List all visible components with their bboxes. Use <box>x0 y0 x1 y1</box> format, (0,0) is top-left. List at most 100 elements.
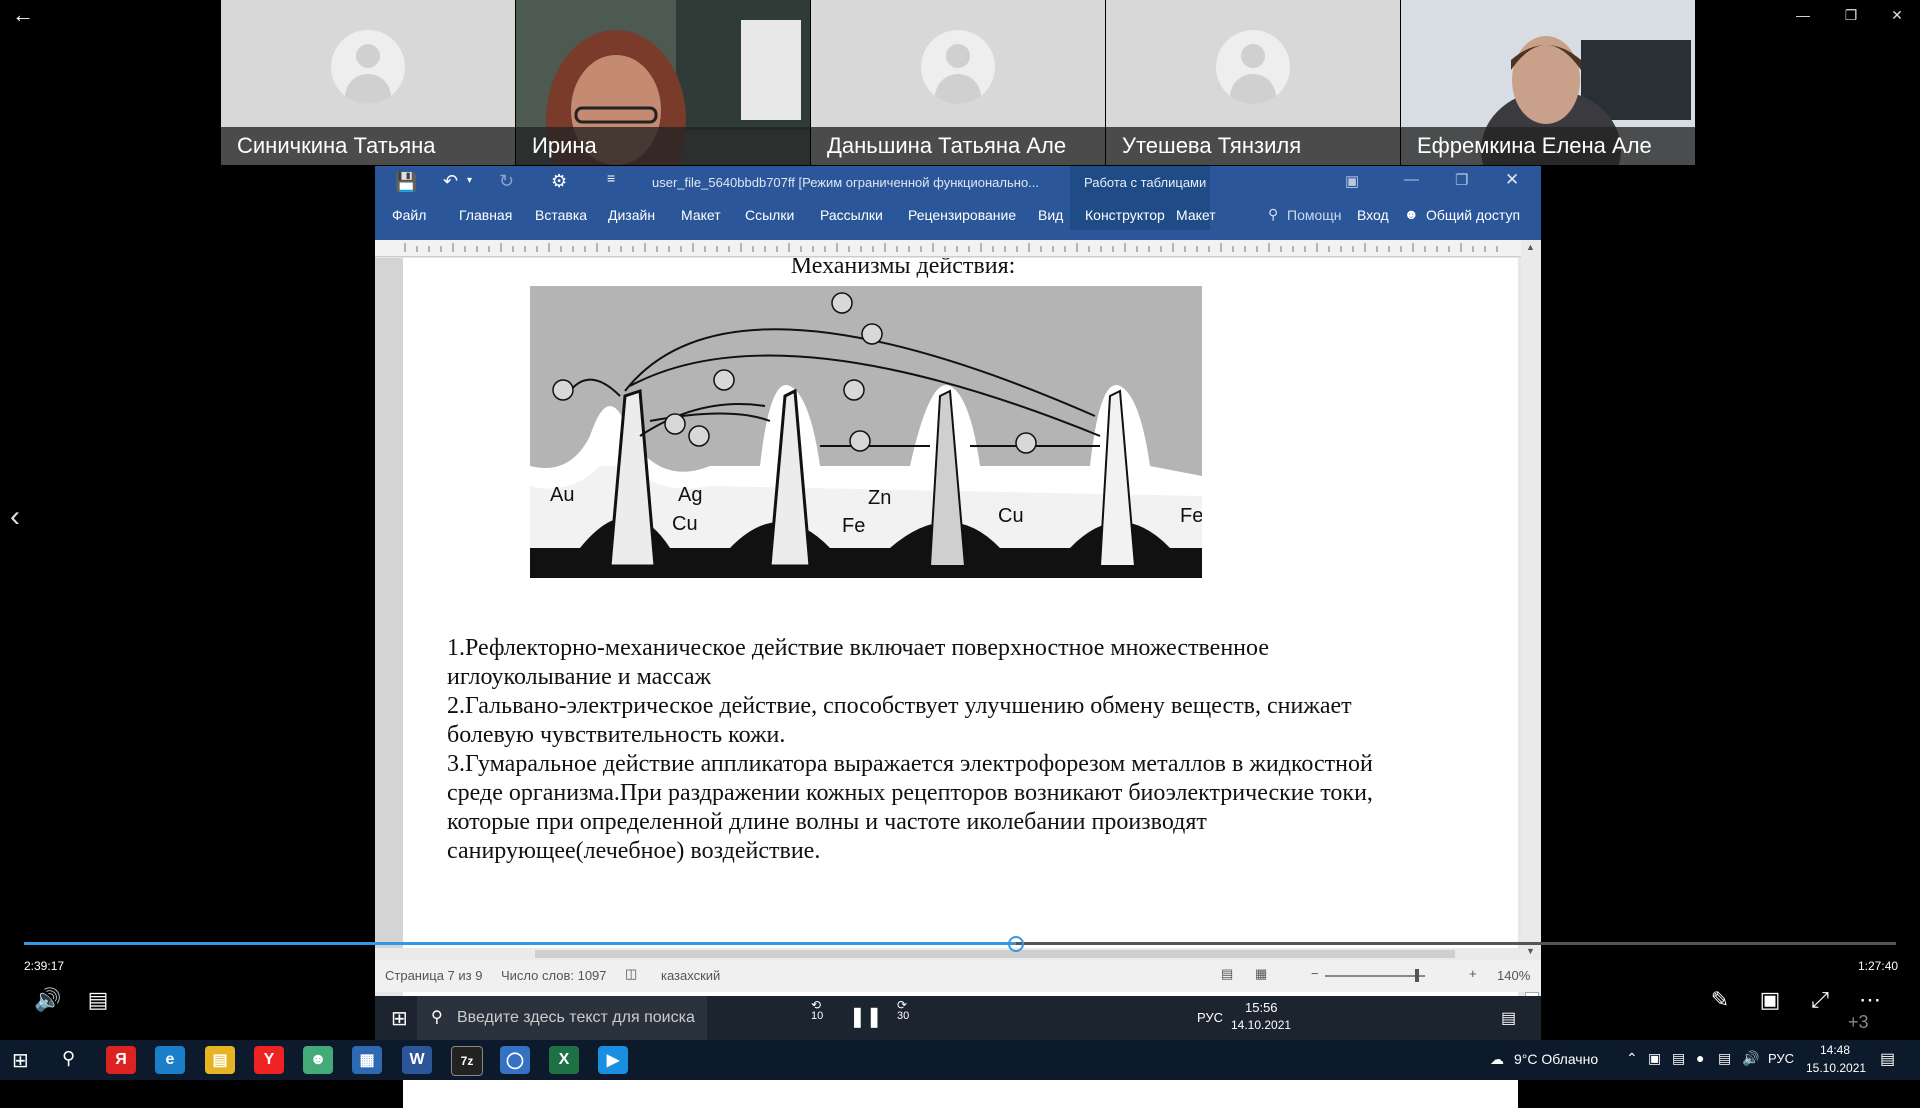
save-icon[interactable]: 💾 <box>395 172 417 193</box>
meet-now-icon[interactable]: ▣ <box>1648 1050 1661 1067</box>
captions-button[interactable]: ▤ <box>78 980 118 1020</box>
clock-date[interactable]: 15.10.2021 <box>1806 1061 1866 1075</box>
yandex-icon[interactable]: Y <box>254 1046 284 1074</box>
action-center-icon[interactable]: ▤ <box>1880 1049 1895 1069</box>
tab-design[interactable]: Дизайн <box>608 200 655 230</box>
chevron-down-icon[interactable]: ▾ <box>467 175 472 186</box>
participant-tile-video[interactable]: Ирина <box>516 0 810 165</box>
clock-time[interactable]: 14:48 <box>1820 1043 1850 1057</box>
customize-toolbar-icon[interactable]: ≡ <box>607 170 615 186</box>
zoom-app-icon[interactable]: ◯ <box>500 1046 530 1074</box>
tab-file[interactable]: Файл <box>392 200 426 230</box>
share-button[interactable]: Общий доступ <box>1426 200 1520 230</box>
tab-layout[interactable]: Макет <box>681 200 721 230</box>
network-icon[interactable]: ▤ <box>1672 1050 1685 1067</box>
microphone-icon[interactable]: ● <box>1696 1050 1704 1066</box>
minimize-button[interactable]: — <box>1780 0 1826 30</box>
touch-mode-icon[interactable]: ⚙ <box>551 171 567 192</box>
restore-button[interactable]: ❐ <box>1828 0 1874 30</box>
weather-icon[interactable]: ☁ <box>1490 1051 1504 1068</box>
tell-me-search[interactable]: Помощн <box>1287 200 1342 230</box>
back-button[interactable]: ← <box>0 0 46 30</box>
close-button[interactable]: ✕ <box>1874 0 1920 30</box>
read-mode-icon[interactable]: ▤ <box>1221 966 1233 982</box>
label-fe: Fe <box>842 515 865 537</box>
undo-icon[interactable]: ↶ <box>443 171 458 192</box>
search-icon[interactable]: ⚲ <box>62 1048 75 1069</box>
volume-button[interactable]: 🔊 <box>28 980 68 1020</box>
more-icon: ⋯ <box>1859 987 1881 1012</box>
participant-tile[interactable]: Утешева Тянзиля <box>1106 0 1400 165</box>
scroll-down-icon[interactable]: ▼ <box>1526 946 1535 956</box>
parrot-icon[interactable]: ☻ <box>303 1046 333 1074</box>
pause-icon[interactable]: ❚❚ <box>849 1004 883 1029</box>
participant-name: Даньшина Татьяна Але <box>811 127 1105 165</box>
zoom-slider[interactable] <box>1325 975 1425 977</box>
mechanism-figure: Au Ag Cu Zn Fe Cu Fe <box>530 286 1202 578</box>
participant-tile[interactable]: Даньшина Татьяна Але <box>811 0 1105 165</box>
volume-icon[interactable]: 🔊 <box>1742 1050 1759 1067</box>
calculator-icon[interactable]: ▦ <box>352 1046 382 1074</box>
zoom-slider-thumb[interactable] <box>1415 969 1419 982</box>
tab-table-design[interactable]: Конструктор <box>1085 200 1165 230</box>
media-player-icon[interactable]: ▶ <box>598 1046 628 1074</box>
word-count[interactable]: Число слов: 1097 <box>501 968 607 983</box>
zoom-out-icon[interactable]: − <box>1311 966 1319 981</box>
timeline-handle[interactable] <box>1008 936 1024 952</box>
prev-arrow[interactable]: ‹ <box>0 500 30 540</box>
label-ag: Ag <box>678 484 702 506</box>
tab-insert[interactable]: Вставка <box>535 200 587 230</box>
participant-tile-video[interactable]: Ефремкина Елена Але <box>1401 0 1695 165</box>
minimize-icon[interactable]: — <box>1404 171 1419 188</box>
start-icon[interactable]: ⊞ <box>12 1048 29 1073</box>
7zip-icon[interactable]: 7z <box>451 1046 483 1076</box>
notification-icon[interactable]: ▤ <box>1501 1008 1516 1028</box>
cast-button[interactable]: ▣ <box>1750 980 1790 1020</box>
page-count[interactable]: Страница 7 из 9 <box>385 968 482 983</box>
input-language[interactable]: РУС <box>1768 1051 1794 1066</box>
file-explorer-icon[interactable]: ▤ <box>205 1046 235 1074</box>
participant-name: Ирина <box>516 127 810 165</box>
zoom-level[interactable]: 140% <box>1497 968 1530 983</box>
wifi-icon[interactable]: ▤ <box>1718 1050 1731 1067</box>
tray-chevron-icon[interactable]: ⌃ <box>1626 1050 1638 1067</box>
status-bar: Страница 7 из 9 Число слов: 1097 ◫ казах… <box>375 960 1541 992</box>
word-titlebar: 💾 ↶ ▾ ↻ ⚙ ≡ user_file_5640bbdb707ff [Реж… <box>375 166 1541 200</box>
excel-icon[interactable]: X <box>549 1046 579 1074</box>
print-layout-icon[interactable]: ▦ <box>1255 966 1267 982</box>
label-au: Au <box>550 484 574 506</box>
signin-link[interactable]: Вход <box>1357 200 1389 230</box>
cast-icon: ▣ <box>1759 987 1781 1012</box>
restore-icon[interactable]: ❐ <box>1455 171 1468 189</box>
tab-review[interactable]: Рецензирование <box>908 200 1016 230</box>
word-icon[interactable]: W <box>402 1046 432 1074</box>
windows-icon[interactable]: ⊞ <box>391 1006 408 1031</box>
tab-references[interactable]: Ссылки <box>745 200 794 230</box>
edge-icon[interactable]: e <box>155 1046 185 1074</box>
paragraph-line: 1.Рефлекторно-механическое действие вклю… <box>447 635 1269 661</box>
zoom-in-icon[interactable]: + <box>1469 966 1477 981</box>
section-heading: Механизмы действия: <box>790 258 1016 279</box>
ribbon-display-icon[interactable]: ▣ <box>1345 172 1359 190</box>
close-icon[interactable]: ✕ <box>1505 170 1519 190</box>
tab-home[interactable]: Главная <box>459 200 512 230</box>
scroll-up-icon[interactable]: ▲ <box>1526 242 1535 252</box>
fullscreen-button[interactable]: ⤢ <box>1800 980 1840 1020</box>
hscroll-thumb[interactable] <box>535 950 1455 958</box>
shared-search-box[interactable]: ⚲ Введите здесь текст для поиска <box>417 996 707 1040</box>
horizontal-ruler[interactable] <box>375 240 1541 257</box>
vertical-scrollbar[interactable]: ▲ ▼ <box>1521 240 1541 1020</box>
tab-table-layout[interactable]: Макет <box>1176 200 1216 230</box>
weather-status[interactable]: 9°C Облачно <box>1514 1051 1598 1067</box>
language[interactable]: казахский <box>661 968 720 983</box>
tab-mailings[interactable]: Рассылки <box>820 200 883 230</box>
pen-button[interactable]: ✎ <box>1700 980 1740 1020</box>
participant-tile[interactable]: Синичкина Татьяна <box>221 0 515 165</box>
horizontal-scrollbar[interactable] <box>375 948 1521 960</box>
proofing-icon[interactable]: ◫ <box>625 966 637 982</box>
redo-icon[interactable]: ↻ <box>499 171 514 192</box>
tab-view[interactable]: Вид <box>1038 200 1063 230</box>
yandex-browser-icon[interactable]: Я <box>106 1046 136 1074</box>
overflow-count: +3 <box>1848 1012 1869 1032</box>
search-icon: ⚲ <box>431 1009 443 1026</box>
